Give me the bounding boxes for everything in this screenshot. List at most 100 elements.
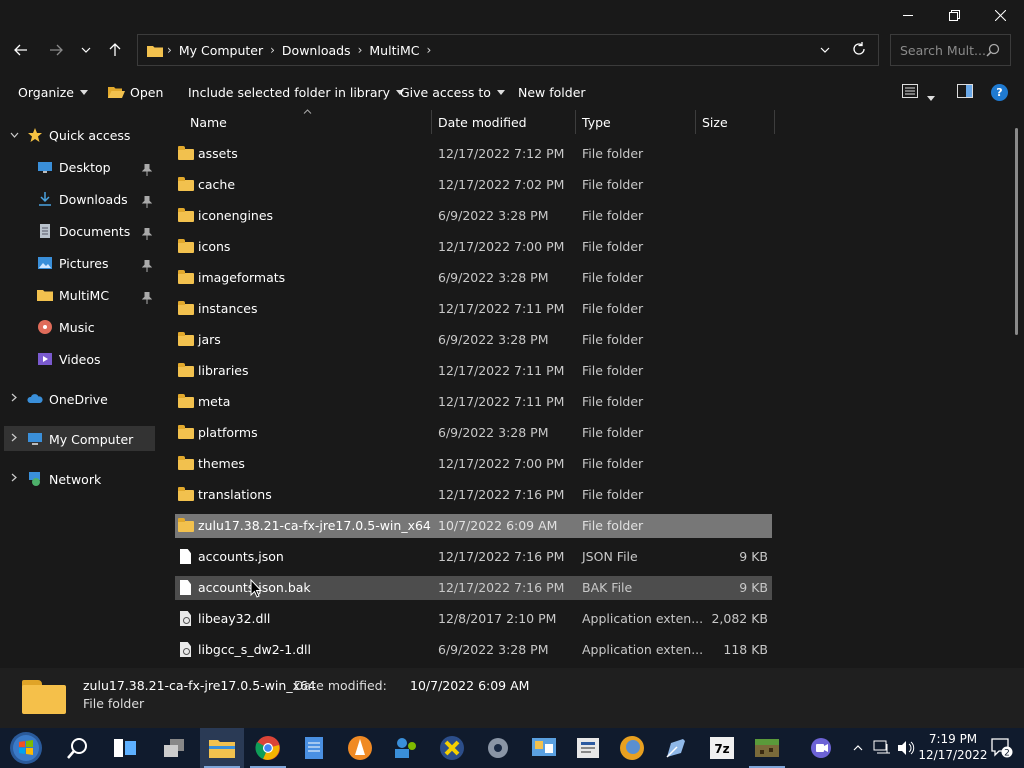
file-row[interactable]: meta 12/17/2022 7:11 PM File folder bbox=[175, 390, 772, 414]
file-explorer-taskbar-button[interactable] bbox=[200, 728, 244, 768]
meet-now-button[interactable] bbox=[800, 728, 844, 768]
file-date-modified: 6/9/2022 3:28 PM bbox=[438, 642, 549, 657]
file-row[interactable]: accounts.json 12/17/2022 7:16 PM JSON File… bbox=[175, 545, 772, 569]
organize-button[interactable]: Organize bbox=[18, 78, 88, 106]
nav-pictures[interactable]: Pictures bbox=[37, 249, 109, 277]
back-button[interactable] bbox=[7, 36, 35, 64]
new-folder-button[interactable]: New folder bbox=[518, 78, 586, 106]
preview-pane-button[interactable] bbox=[957, 84, 973, 101]
control-panel-taskbar-button[interactable] bbox=[522, 728, 566, 768]
minimize-button[interactable] bbox=[885, 0, 931, 30]
task-view-button[interactable] bbox=[103, 728, 147, 768]
breadcrumb-downloads[interactable]: Downloads bbox=[279, 43, 354, 58]
close-button[interactable] bbox=[977, 0, 1023, 30]
reader-taskbar-button[interactable] bbox=[566, 728, 610, 768]
nav-videos[interactable]: Videos bbox=[37, 345, 101, 373]
file-row[interactable]: zulu17.38.21-ca-fx-jre17.0.5-win_x64 10/7… bbox=[175, 514, 772, 538]
notepad-taskbar-button[interactable] bbox=[292, 728, 336, 768]
view-dropdown-button[interactable] bbox=[927, 90, 935, 104]
forward-button[interactable] bbox=[42, 36, 70, 64]
xmind-taskbar-button[interactable] bbox=[430, 728, 474, 768]
svg-text:7z: 7z bbox=[714, 742, 729, 756]
file-row[interactable]: icons 12/17/2022 7:00 PM File folder bbox=[175, 235, 772, 259]
nav-downloads[interactable]: Downloads bbox=[37, 185, 128, 213]
network-tray-button[interactable] bbox=[872, 728, 892, 768]
column-header-type[interactable]: Type bbox=[582, 108, 611, 136]
settings-taskbar-button[interactable] bbox=[476, 728, 520, 768]
desktop-icon bbox=[37, 159, 53, 175]
change-view-button[interactable] bbox=[902, 84, 918, 101]
file-row[interactable]: iconengines 6/9/2022 3:28 PM File folder bbox=[175, 204, 772, 228]
give-access-button[interactable]: Give access to bbox=[400, 78, 505, 106]
column-header-name[interactable]: Name bbox=[190, 108, 227, 136]
nav-my-computer[interactable]: My Computer bbox=[0, 425, 133, 453]
include-in-library-button[interactable]: Include selected folder in library bbox=[188, 78, 405, 106]
file-row[interactable]: jars 6/9/2022 3:28 PM File folder bbox=[175, 328, 772, 352]
up-button[interactable] bbox=[101, 36, 129, 64]
folder-icon bbox=[178, 487, 194, 502]
nav-documents[interactable]: Documents bbox=[37, 217, 130, 245]
editor-taskbar-button[interactable] bbox=[654, 728, 698, 768]
system-clock[interactable]: 7:19 PM 12/17/2022 bbox=[918, 731, 988, 763]
chrome-taskbar-button[interactable] bbox=[246, 728, 290, 768]
search-placeholder: Search Mult... bbox=[900, 42, 986, 58]
speaker-icon bbox=[898, 741, 915, 755]
search-box[interactable]: Search Mult... bbox=[890, 34, 1011, 66]
file-row[interactable]: assets 12/17/2022 7:12 PM File folder bbox=[175, 142, 772, 166]
show-hidden-icons-button[interactable] bbox=[850, 728, 866, 768]
nav-multimc[interactable]: MultiMC bbox=[37, 281, 109, 309]
volume-tray-button[interactable] bbox=[896, 728, 916, 768]
address-dropdown-button[interactable] bbox=[820, 43, 830, 60]
desktop-switch-button[interactable] bbox=[152, 728, 196, 768]
nav-onedrive[interactable]: OneDrive bbox=[0, 385, 108, 413]
action-center-button[interactable]: 2 bbox=[990, 728, 1014, 768]
nav-quick-access[interactable]: Quick access bbox=[0, 121, 130, 149]
column-divider[interactable] bbox=[575, 110, 576, 134]
share-app-taskbar-button[interactable] bbox=[384, 728, 428, 768]
vertical-scrollbar-thumb[interactable] bbox=[1015, 128, 1018, 335]
windows-switch-icon bbox=[164, 739, 184, 757]
notepad-icon bbox=[305, 737, 323, 759]
refresh-button[interactable] bbox=[852, 42, 866, 59]
file-row[interactable]: libeay32.dll 12/8/2017 2:10 PM Application… bbox=[175, 607, 772, 631]
start-button[interactable] bbox=[4, 728, 48, 768]
file-row[interactable]: translations 12/17/2022 7:16 PM File folde… bbox=[175, 483, 772, 507]
file-type: File folder bbox=[582, 487, 644, 502]
search-taskbar-button[interactable] bbox=[56, 728, 100, 768]
file-row[interactable]: platforms 6/9/2022 3:28 PM File folder bbox=[175, 421, 772, 445]
file-row[interactable]: libgcc_s_dw2-1.dll 6/9/2022 3:28 PM Applic… bbox=[175, 638, 772, 662]
7zip-taskbar-button[interactable]: 7z bbox=[700, 728, 744, 768]
folder-icon bbox=[178, 518, 194, 533]
recent-locations-button[interactable] bbox=[72, 36, 100, 64]
minecraft-launcher-taskbar-button[interactable] bbox=[745, 728, 789, 768]
column-divider[interactable] bbox=[431, 110, 432, 134]
nav-network[interactable]: Network bbox=[0, 465, 101, 493]
file-row[interactable]: instances 12/17/2022 7:11 PM File folder bbox=[175, 297, 772, 321]
breadcrumb-multimc[interactable]: MultiMC bbox=[366, 43, 422, 58]
chevron-right-icon[interactable] bbox=[11, 473, 17, 485]
help-icon[interactable]: ? bbox=[991, 84, 1008, 101]
chevron-down-icon[interactable] bbox=[10, 130, 19, 141]
open-button[interactable]: Open bbox=[108, 78, 163, 106]
nav-music[interactable]: Music bbox=[37, 313, 95, 341]
file-row[interactable]: accounts.json.bak12/17/2022 7:16 PMBAK F… bbox=[175, 576, 772, 600]
file-row[interactable]: cache 12/17/2022 7:02 PM File folder bbox=[175, 173, 772, 197]
column-divider[interactable] bbox=[774, 110, 775, 134]
breadcrumb-my-computer[interactable]: My Computer bbox=[176, 43, 266, 58]
file-row[interactable]: imageformats 6/9/2022 3:28 PM File folder bbox=[175, 266, 772, 290]
search-icon[interactable] bbox=[986, 43, 1000, 60]
nav-desktop[interactable]: Desktop bbox=[37, 153, 111, 181]
restore-button[interactable] bbox=[931, 0, 977, 30]
file-row[interactable]: themes 12/17/2022 7:00 PM File folder bbox=[175, 452, 772, 476]
nav-network-label: Network bbox=[49, 471, 102, 487]
chevron-right-icon[interactable] bbox=[11, 433, 17, 445]
vlc-taskbar-button[interactable] bbox=[338, 728, 382, 768]
pin-icon bbox=[141, 291, 153, 304]
chevron-right-icon[interactable] bbox=[11, 393, 17, 405]
browser-taskbar-button[interactable] bbox=[610, 728, 654, 768]
file-row[interactable]: libraries 12/17/2022 7:11 PM File folder bbox=[175, 359, 772, 383]
address-bar[interactable]: › My Computer › Downloads › MultiMC › bbox=[137, 34, 879, 66]
column-header-size[interactable]: Size bbox=[702, 108, 728, 136]
column-divider[interactable] bbox=[695, 110, 696, 134]
column-header-date[interactable]: Date modified bbox=[438, 108, 527, 136]
